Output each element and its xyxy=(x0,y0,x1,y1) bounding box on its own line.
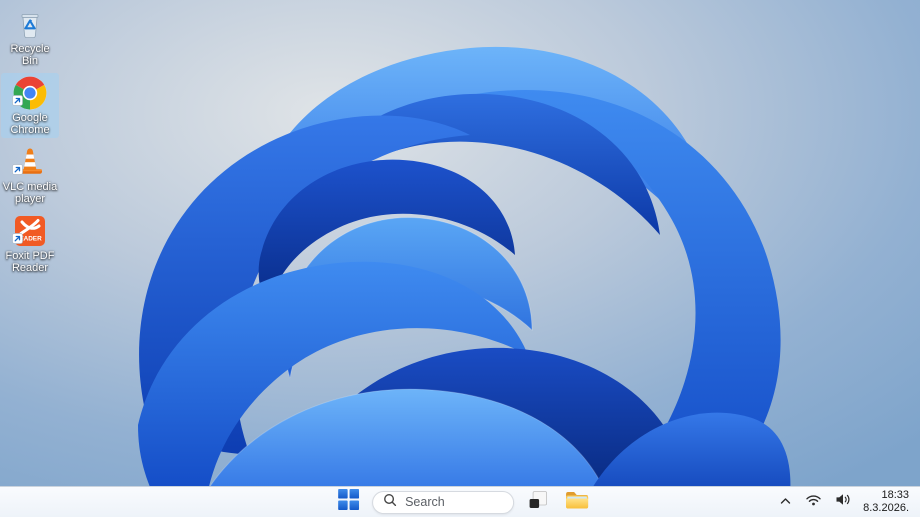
icon-label: Google Chrome xyxy=(10,112,50,136)
taskbar-center xyxy=(333,487,592,517)
shortcut-arrow-icon xyxy=(12,162,23,180)
desktop-screen: Recycle Bin Google Chrome VLC media play… xyxy=(0,0,920,517)
task-view-icon xyxy=(527,489,549,516)
tray-overflow-button[interactable] xyxy=(774,489,797,515)
windows-start-icon xyxy=(337,489,359,515)
clock-date: 8.3.2026. xyxy=(863,502,909,514)
shortcut-arrow-icon xyxy=(12,93,23,111)
desktop-icon-column: Recycle Bin Google Chrome VLC media play… xyxy=(1,4,59,276)
taskbar: 18:33 8.3.2026. xyxy=(0,486,920,517)
desktop-icon-recycle-bin[interactable]: Recycle Bin xyxy=(1,4,59,69)
file-explorer-button[interactable] xyxy=(562,489,592,515)
foxit-icon: EADER xyxy=(12,214,47,249)
wallpaper-bloom xyxy=(0,0,920,517)
clock-time: 18:33 xyxy=(881,489,909,501)
desktop-icon-foxit[interactable]: EADER Foxit PDF Reader xyxy=(1,211,59,276)
shortcut-arrow-icon xyxy=(12,231,23,249)
file-explorer-icon xyxy=(565,489,589,515)
search-input[interactable] xyxy=(405,495,504,509)
taskbar-clock[interactable]: 18:33 8.3.2026. xyxy=(859,489,915,515)
volume-button[interactable] xyxy=(830,489,856,515)
task-view-button[interactable] xyxy=(523,489,553,515)
speaker-icon xyxy=(835,493,851,511)
taskbar-search[interactable] xyxy=(372,490,515,514)
wifi-icon xyxy=(805,493,822,511)
chrome-icon xyxy=(12,76,47,111)
chevron-up-icon xyxy=(779,493,792,511)
icon-label: Recycle Bin xyxy=(10,43,50,67)
start-button[interactable] xyxy=(333,489,363,515)
icon-label: VLC media player xyxy=(2,181,58,205)
network-button[interactable] xyxy=(800,489,827,515)
icon-label: Foxit PDF Reader xyxy=(5,250,55,274)
system-tray: 18:33 8.3.2026. xyxy=(774,487,915,517)
vlc-cone-icon xyxy=(12,145,47,180)
recycle-bin-icon xyxy=(13,7,47,41)
desktop-icon-vlc[interactable]: VLC media player xyxy=(1,142,59,207)
search-icon xyxy=(383,493,397,512)
desktop-icon-google-chrome[interactable]: Google Chrome xyxy=(1,73,59,138)
